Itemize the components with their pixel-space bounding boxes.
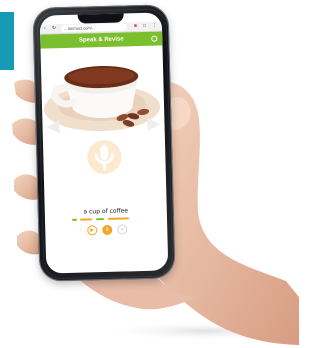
pause-icon: Ⅱ [105, 226, 109, 233]
extension-icon[interactable]: ■ [134, 23, 137, 30]
microphone-button[interactable] [86, 139, 122, 175]
word-status-bar [107, 217, 130, 220]
record-button[interactable]: ● [117, 224, 128, 235]
marketing-scene: ‹ ↻ …lanmoct.com/… ■ □ ⋮ Speak & Revise [0, 0, 299, 348]
pause-button[interactable]: Ⅱ [102, 224, 113, 236]
app-title: Speak & Revise [78, 36, 124, 44]
microphone-icon [94, 144, 114, 171]
chevron-left-icon[interactable]: ‹ [44, 25, 46, 32]
more-options-icon[interactable]: ⋮ [152, 23, 157, 30]
play-button[interactable]: ▶ [87, 225, 98, 236]
word-status-bar [71, 218, 78, 221]
record-icon: ● [120, 226, 124, 233]
previous-arrow-icon[interactable]: ◀ [46, 116, 60, 135]
phone-notch [77, 12, 124, 24]
next-arrow-icon[interactable]: ▶ [147, 114, 161, 133]
smartphone: ‹ ↻ …lanmoct.com/… ■ □ ⋮ Speak & Revise [32, 4, 176, 282]
url-field[interactable]: …lanmoct.com/… [60, 23, 128, 33]
word-status-bar [95, 218, 105, 221]
practice-phrase: a cup of coffee [83, 207, 129, 216]
phone-screen: ‹ ↻ …lanmoct.com/… ■ □ ⋮ Speak & Revise [39, 12, 169, 274]
tabs-icon[interactable]: □ [143, 23, 146, 30]
play-icon: ▶ [90, 227, 95, 234]
word-status-bar [79, 218, 93, 221]
refresh-icon[interactable]: ↻ [52, 25, 56, 32]
menu-icon[interactable] [151, 35, 158, 42]
